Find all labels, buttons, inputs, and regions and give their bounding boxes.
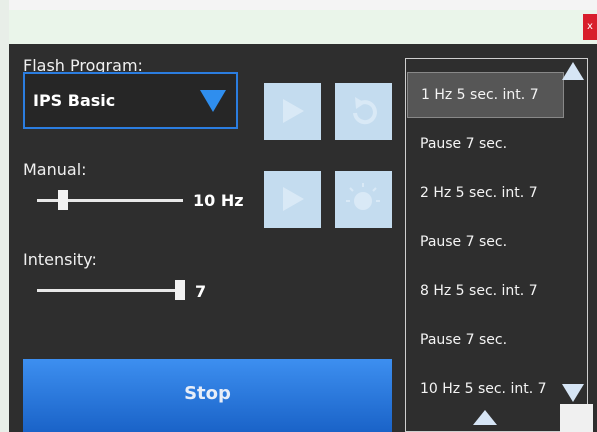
title-bar: x: [9, 10, 597, 44]
manual-light-button[interactable]: [335, 171, 392, 228]
resize-corner: [560, 404, 593, 432]
program-play-button[interactable]: [264, 83, 321, 140]
chevron-down-icon: [200, 90, 226, 112]
manual-frequency-slider[interactable]: [37, 190, 183, 210]
list-item[interactable]: 8 Hz 5 sec. int. 7: [407, 268, 564, 314]
play-icon: [283, 187, 304, 211]
intensity-value: 7: [195, 282, 207, 301]
intensity-slider-thumb[interactable]: [175, 280, 185, 300]
intensity-label: Intensity:: [23, 250, 97, 269]
manual-label: Manual:: [23, 160, 87, 179]
list-item[interactable]: 1 Hz 5 sec. int. 7: [407, 72, 564, 118]
scroll-up-arrow-icon[interactable]: [562, 62, 584, 80]
manual-frequency-value: 10 Hz: [193, 191, 244, 210]
intensity-slider[interactable]: [37, 280, 185, 300]
desktop-edge: [0, 0, 9, 432]
program-step-list[interactable]: 1 Hz 5 sec. int. 7 Pause 7 sec. 2 Hz 5 s…: [405, 58, 588, 432]
list-item[interactable]: 10 Hz 5 sec. int. 7: [407, 366, 564, 412]
flash-program-dropdown[interactable]: IPS Basic: [23, 72, 238, 129]
desktop-background: [0, 0, 597, 10]
scroll-up-indicator-icon[interactable]: [473, 410, 497, 425]
list-item[interactable]: Pause 7 sec.: [407, 317, 564, 363]
close-button[interactable]: x: [583, 14, 597, 40]
light-icon: [346, 183, 380, 210]
intensity-slider-track: [37, 289, 185, 292]
manual-play-button[interactable]: [264, 171, 321, 228]
list-item[interactable]: Pause 7 sec.: [407, 121, 564, 167]
flash-controller-window: x Flash Program: IPS Basic Manual: 10 Hz: [9, 10, 597, 432]
repeat-icon: [353, 97, 377, 125]
program-repeat-button[interactable]: [335, 83, 392, 140]
manual-slider-thumb[interactable]: [58, 190, 68, 210]
list-item[interactable]: Pause 7 sec.: [407, 219, 564, 265]
list-item[interactable]: 2 Hz 5 sec. int. 7: [407, 170, 564, 216]
stop-button-label: Stop: [184, 383, 231, 404]
play-icon: [283, 99, 304, 123]
scroll-down-arrow-icon[interactable]: [562, 384, 584, 402]
flash-program-selected-value: IPS Basic: [33, 91, 116, 110]
stop-button[interactable]: Stop: [23, 359, 392, 432]
